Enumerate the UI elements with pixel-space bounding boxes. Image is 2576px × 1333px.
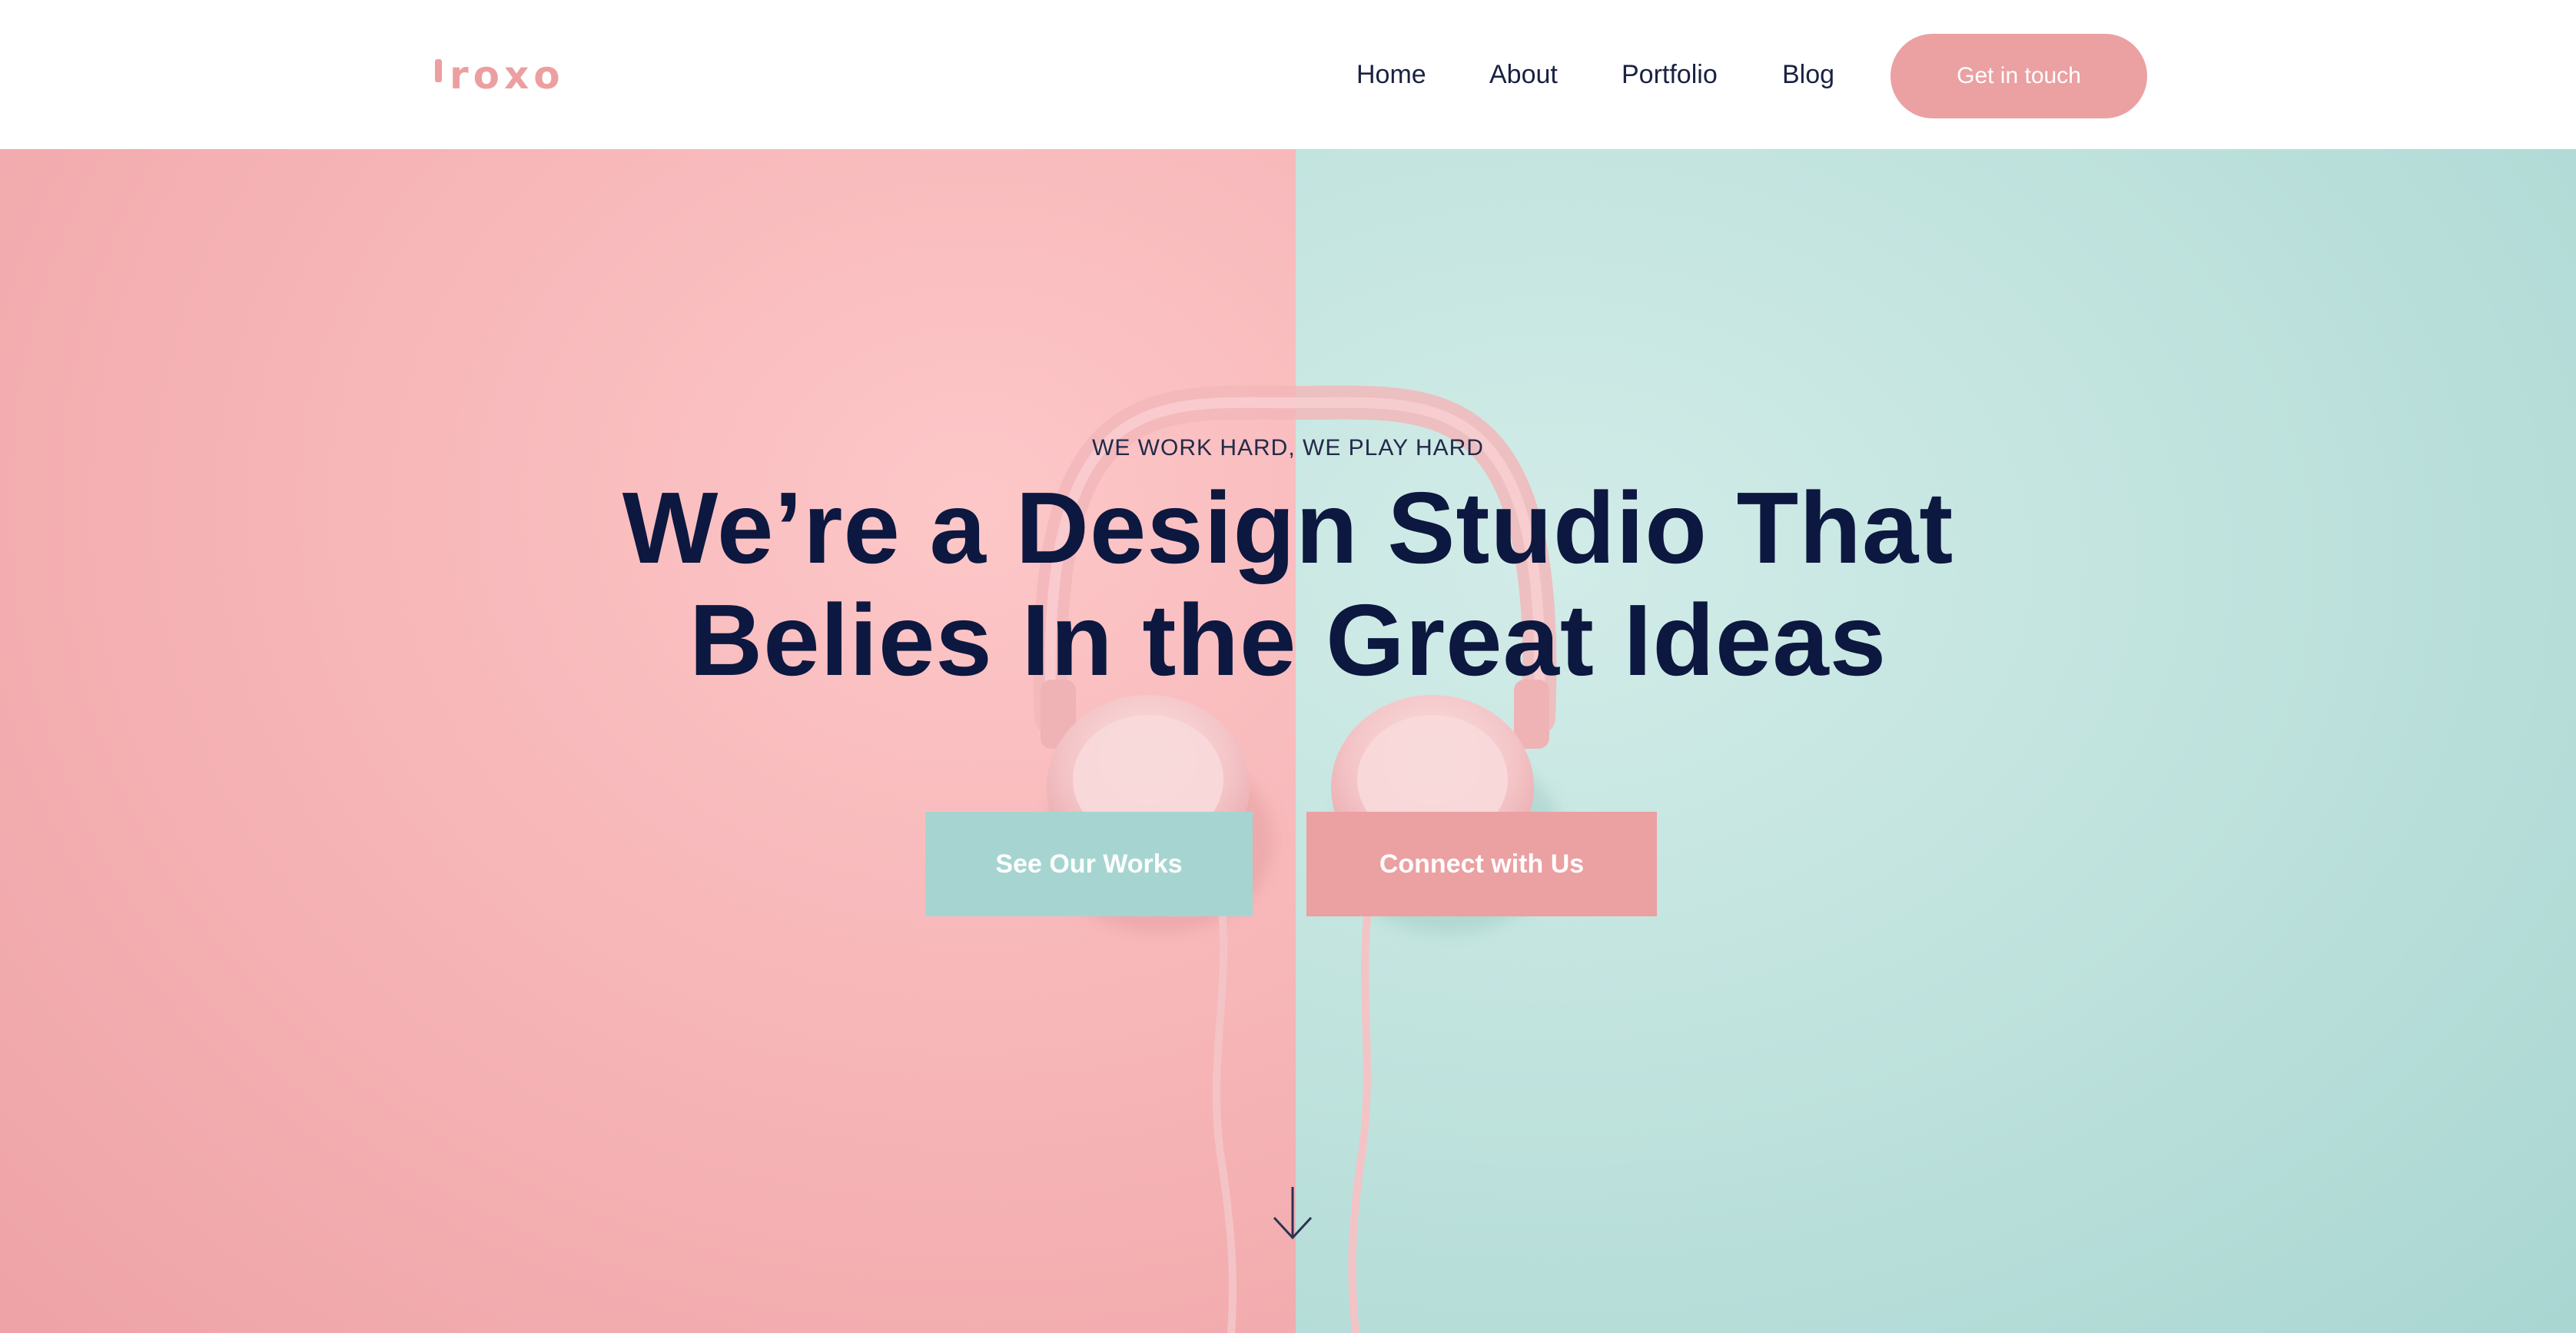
- hero-headline-line-2: Belies In the Great Ideas: [689, 583, 1887, 696]
- see-our-works-button[interactable]: See Our Works: [925, 812, 1253, 916]
- hero-headline-line-1: We’re a Design Studio That: [622, 471, 1954, 584]
- site-header: roxo Home About Portfolio Blog Get in to…: [0, 0, 2576, 149]
- hero-section: WE WORK HARD, WE PLAY HARD We’re a Desig…: [0, 149, 2576, 1333]
- connect-with-us-button[interactable]: Connect with Us: [1306, 812, 1657, 916]
- logo-mark-icon: [435, 59, 442, 82]
- nav-about[interactable]: About: [1489, 57, 1558, 92]
- hero-eyebrow: WE WORK HARD, WE PLAY HARD: [1092, 435, 1484, 460]
- logo[interactable]: roxo: [435, 51, 565, 100]
- arrow-down-icon[interactable]: [1271, 1185, 1314, 1241]
- nav-blog[interactable]: Blog: [1782, 57, 1834, 92]
- logo-text: roxo: [450, 53, 565, 98]
- headphones-illustration: [1033, 385, 1563, 1333]
- nav-portfolio[interactable]: Portfolio: [1622, 57, 1718, 92]
- hero-headline: We’re a Design Studio That Belies In the…: [0, 472, 2576, 696]
- get-in-touch-button[interactable]: Get in touch: [1891, 34, 2147, 118]
- nav-home[interactable]: Home: [1356, 57, 1426, 92]
- page: roxo Home About Portfolio Blog Get in to…: [0, 0, 2576, 1333]
